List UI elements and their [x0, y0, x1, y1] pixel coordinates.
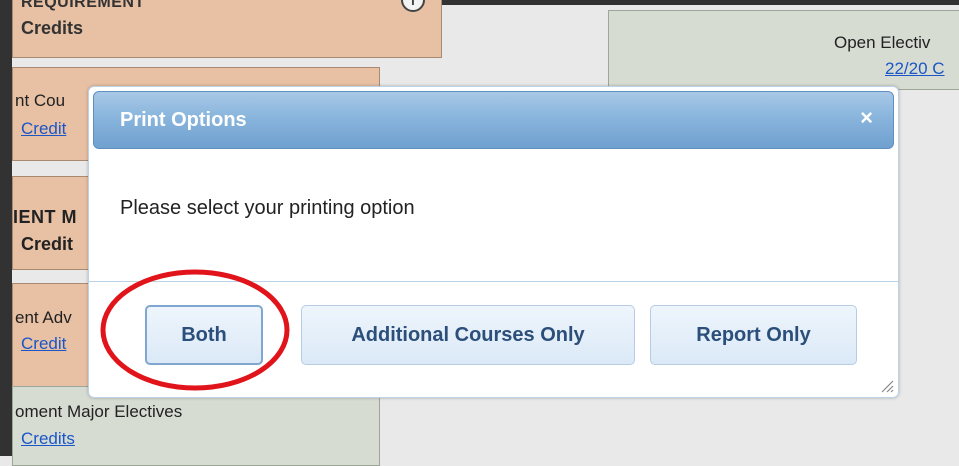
requirement-header: REQUIREMENT: [21, 0, 145, 11]
additional-courses-only-button[interactable]: Additional Courses Only: [301, 305, 635, 365]
left-edge: [0, 0, 12, 456]
requirement-title: ent Adv: [15, 308, 72, 327]
dialog-title: Print Options: [120, 109, 247, 131]
credits-link[interactable]: Credits: [21, 429, 75, 449]
requirement-title: IENT M: [13, 207, 77, 227]
requirement-title: Open Electiv: [834, 33, 931, 52]
dialog-message: Please select your printing option: [120, 197, 415, 219]
dialog-titlebar[interactable]: Print Options ×: [93, 91, 894, 149]
requirement-card-5: oment Major Electives Credits: [12, 386, 380, 466]
credits-link[interactable]: Credit: [21, 119, 66, 139]
print-options-dialog: Print Options × Please select your print…: [88, 86, 899, 398]
credits-link[interactable]: 22/20 C: [885, 59, 945, 79]
requirement-credits: Credit: [21, 234, 74, 254]
both-button[interactable]: Both: [145, 305, 263, 365]
dialog-divider: [89, 281, 898, 282]
requirement-title: nt Cou: [15, 91, 66, 110]
requirement-card-open-electives: Open Electiv 22/20 C: [608, 10, 959, 90]
close-icon[interactable]: ×: [860, 107, 873, 129]
resize-grip-icon[interactable]: [878, 377, 894, 393]
requirement-title: oment Major Electives: [15, 402, 183, 421]
report-only-button[interactable]: Report Only: [650, 305, 857, 365]
requirement-card-top: REQUIREMENT i Credits: [12, 0, 442, 58]
requirement-credits: Credits: [21, 18, 84, 38]
credits-link[interactable]: Credit: [21, 334, 66, 354]
info-icon[interactable]: i: [401, 0, 425, 12]
